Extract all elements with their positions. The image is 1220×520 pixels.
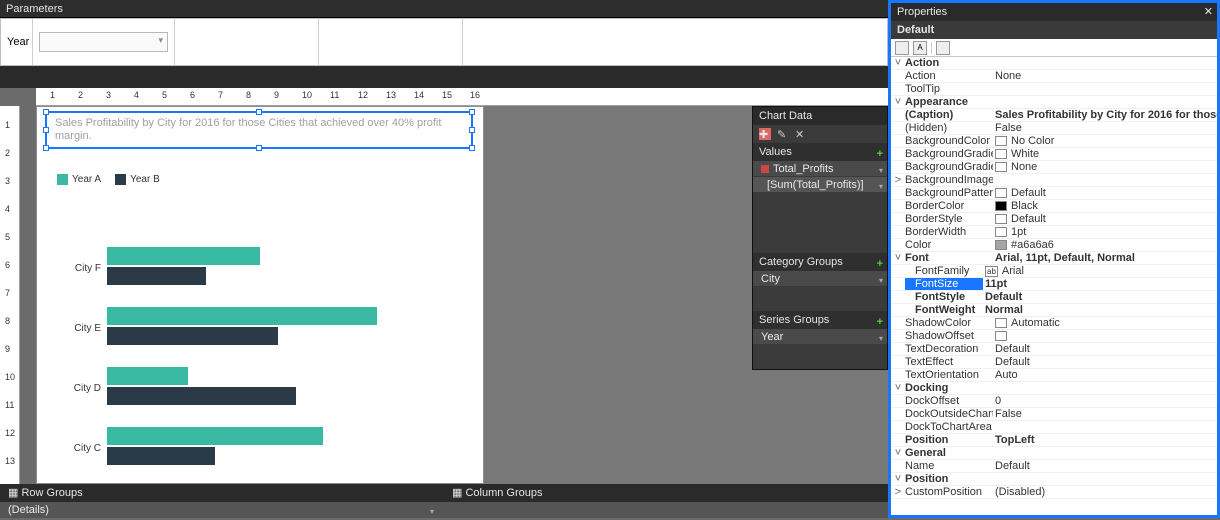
property-category[interactable]: ˅Appearance	[891, 96, 1217, 109]
property-row[interactable]: ToolTip	[891, 83, 1217, 96]
property-row[interactable]: FontStyleDefault	[891, 291, 1217, 304]
param-blank-3	[463, 19, 887, 65]
delete-icon[interactable]: ✕	[795, 128, 807, 140]
property-row[interactable]: BackgroundColorNo Color	[891, 135, 1217, 148]
details-bar[interactable]: (Details)▾	[0, 502, 888, 518]
property-row[interactable]: DockToChartArea	[891, 421, 1217, 434]
property-row[interactable]: BorderStyleDefault	[891, 213, 1217, 226]
categorized-button[interactable]	[895, 41, 909, 55]
param-label-year: Year	[1, 19, 33, 65]
property-row[interactable]: FontFamilyabArial	[891, 265, 1217, 278]
value-row[interactable]: Total_Profits▾	[753, 161, 887, 177]
series-groups-header: Series Groups+	[753, 311, 887, 329]
property-category[interactable]: ˅Action	[891, 57, 1217, 70]
groups-bar: ▦ Row Groups ▦ Column Groups	[0, 484, 888, 502]
value-row-sub[interactable]: [Sum(Total_Profits)]▾	[753, 177, 887, 193]
series-row[interactable]: Year▾	[753, 329, 887, 345]
property-category[interactable]: ˅Docking	[891, 382, 1217, 395]
parameters-body: Year	[0, 18, 888, 66]
property-row[interactable]: >BackgroundImage	[891, 174, 1217, 187]
property-row[interactable]: BackgroundGradientEndColorWhite	[891, 148, 1217, 161]
property-row[interactable]: TextEffectDefault	[891, 356, 1217, 369]
category-groups-header: Category Groups+	[753, 253, 887, 271]
property-row[interactable]: DockOffset0	[891, 395, 1217, 408]
property-row[interactable]: PositionTopLeft	[891, 434, 1217, 447]
property-row[interactable]: ActionNone	[891, 70, 1217, 83]
parameters-header: Parameters	[0, 0, 888, 18]
report-canvas[interactable]: Sales Profitability by City for 2016 for…	[36, 106, 484, 484]
property-row[interactable]: FontWeightNormal↖	[891, 304, 1217, 317]
param-blank-2	[319, 19, 463, 65]
bar-category-row: City D	[61, 357, 469, 417]
close-icon[interactable]: ✕	[1204, 3, 1213, 21]
property-row[interactable]: BackgroundGradientTypeNone	[891, 161, 1217, 174]
property-row[interactable]: Color#a6a6a6	[891, 239, 1217, 252]
property-row[interactable]: NameDefault	[891, 460, 1217, 473]
property-row[interactable]: BackgroundPatternTypeDefault	[891, 187, 1217, 200]
legend-item: Year B	[115, 173, 160, 185]
chart-title-text[interactable]: Sales Profitability by City for 2016 for…	[47, 113, 471, 147]
property-row[interactable]: BorderWidth1pt	[891, 226, 1217, 239]
property-row[interactable]: (Caption)Sales Profitability by City for…	[891, 109, 1217, 122]
property-row[interactable]: TextOrientationAuto	[891, 369, 1217, 382]
property-row[interactable]: TextDecorationDefault	[891, 343, 1217, 356]
properties-grid[interactable]: ˅ActionActionNoneToolTip˅Appearance(Capt…	[891, 57, 1217, 515]
chart-data-panel[interactable]: Chart Data ✚ ✎ ✕ Values+ Total_Profits▾ …	[752, 106, 888, 370]
horizontal-ruler: 12345678910111213141516	[36, 88, 888, 106]
param-blank-1	[175, 19, 319, 65]
alphabetical-button[interactable]: A	[913, 41, 927, 55]
values-section-header: Values+	[753, 143, 887, 161]
chart-data-toolbar: ✚ ✎ ✕	[753, 125, 887, 143]
chart-title-selected[interactable]: Sales Profitability by City for 2016 for…	[45, 111, 473, 149]
chart-bars: City FCity ECity DCity C	[61, 237, 469, 477]
edit-icon[interactable]: ✎	[777, 128, 789, 140]
row-groups-label[interactable]: ▦ Row Groups	[0, 484, 444, 502]
bar-category-row: City C	[61, 417, 469, 477]
column-groups-label[interactable]: ▦ Column Groups	[444, 484, 888, 502]
category-row[interactable]: City▾	[753, 271, 887, 287]
property-row[interactable]: >CustomPosition(Disabled)	[891, 486, 1217, 499]
legend-item: Year A	[57, 173, 101, 185]
property-row[interactable]: ShadowOffset	[891, 330, 1217, 343]
new-icon[interactable]: ✚	[759, 128, 771, 140]
property-row[interactable]: DockOutsideChartAreaFalse	[891, 408, 1217, 421]
bar-category-row: City F	[61, 237, 469, 297]
property-category[interactable]: ˅General	[891, 447, 1217, 460]
chart-data-header: Chart Data	[753, 107, 887, 125]
properties-toolbar: A	[891, 39, 1217, 57]
chart-legend: Year A Year B	[57, 173, 160, 185]
param-input-year[interactable]	[39, 32, 168, 52]
vertical-ruler: 12345678910111213	[0, 106, 20, 484]
property-row[interactable]: (Hidden)False	[891, 122, 1217, 135]
properties-panel[interactable]: Properties✕ Default A ˅ActionActionNoneT…	[888, 0, 1220, 518]
bar-category-row: City E	[61, 297, 469, 357]
property-row[interactable]: ShadowColorAutomatic	[891, 317, 1217, 330]
property-category[interactable]: ˅Position	[891, 473, 1217, 486]
properties-object-name[interactable]: Default	[891, 21, 1217, 39]
properties-header: Properties✕	[891, 3, 1217, 21]
property-pages-button[interactable]	[936, 41, 950, 55]
design-canvas[interactable]: 12345678910111213141516 1234567891011121…	[0, 88, 888, 484]
property-row[interactable]: BorderColorBlack	[891, 200, 1217, 213]
property-row[interactable]: FontSize11pt	[891, 278, 1217, 291]
property-category[interactable]: ˅FontArial, 11pt, Default, Normal	[891, 252, 1217, 265]
